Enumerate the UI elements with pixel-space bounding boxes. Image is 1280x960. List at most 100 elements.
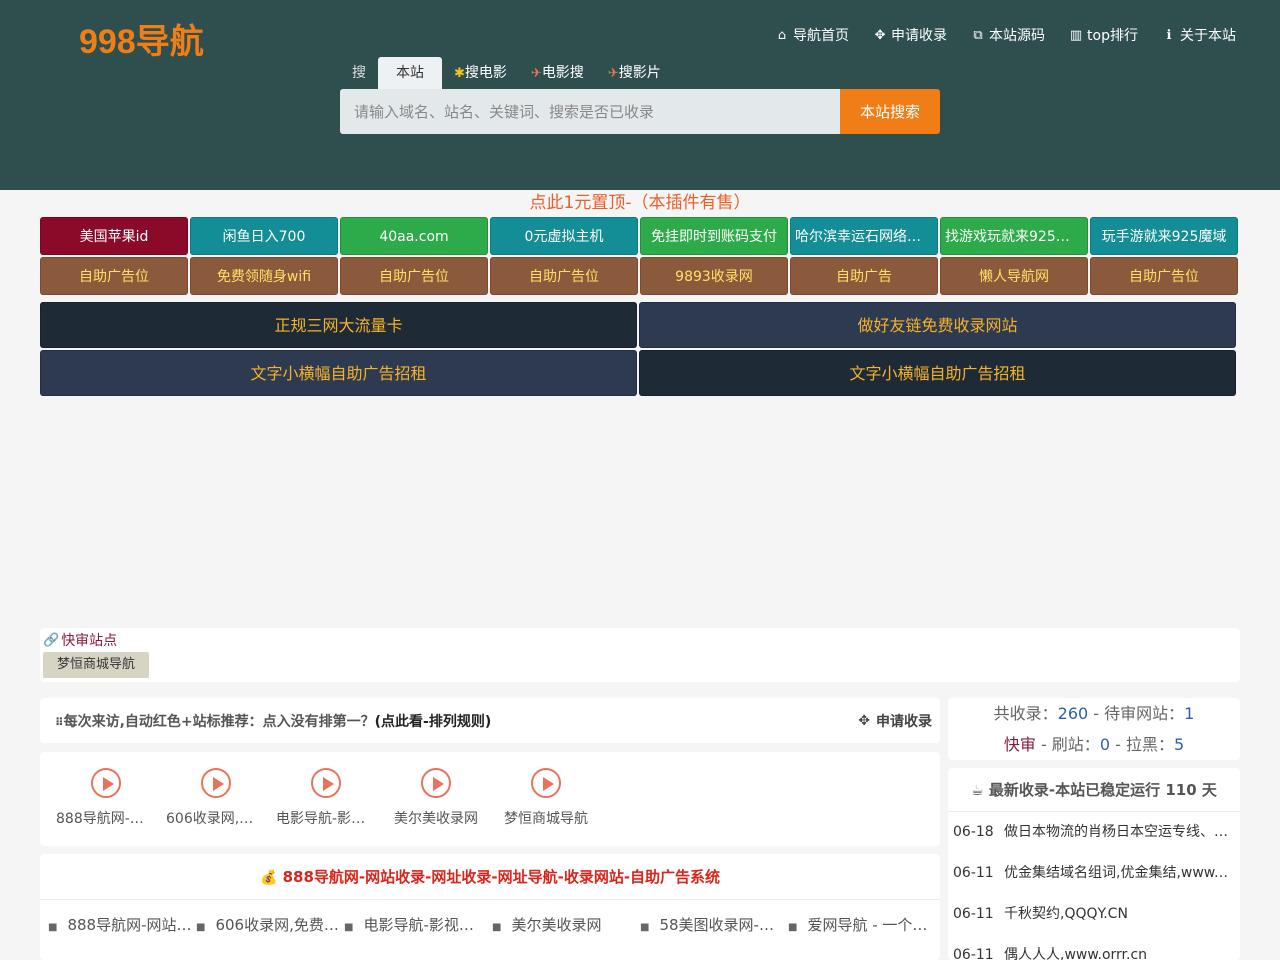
ad-slot[interactable]: 自助广告位	[40, 257, 188, 295]
site-panel-title[interactable]: 💰 888导航网-网站收录-网址收录-网址导航-收录网站-自助广告系统	[40, 854, 940, 900]
tab-search-movie[interactable]: ✱搜电影	[442, 57, 519, 89]
total-count: 260	[1057, 704, 1089, 723]
ad-link[interactable]: 免挂即时到账码支付	[640, 217, 788, 255]
ad-row-1: 美国苹果id 闲鱼日入700 40aa.com 0元虚拟主机 免挂即时到账码支付 哈尔滨幸…	[40, 217, 1240, 255]
tab-movie-search[interactable]: ✈电影搜	[519, 57, 596, 89]
tab-search-film[interactable]: ✈搜影片	[596, 57, 673, 89]
list-item[interactable]: ■ 美尔美收录网	[492, 914, 640, 935]
entry-name: 偶人人人,www.orrr.cn	[1004, 947, 1148, 960]
bullet-icon: ■	[196, 922, 206, 933]
rank-rule-link[interactable]: (点此看-排列规则)	[375, 714, 492, 730]
bullet-icon: ■	[492, 922, 502, 933]
pending-label: - 待审网站：	[1088, 704, 1185, 723]
bullet-icon: ■	[788, 922, 798, 933]
tab-site[interactable]: 本站	[378, 57, 442, 89]
fast-review-panel: 🔗 快审站点 梦恒商城导航	[40, 628, 1240, 682]
latest-entry[interactable]: 06-11 优金集结域名组词,优金集结,www.yjjj.cn	[948, 853, 1240, 894]
bullet-icon: ■	[344, 922, 354, 933]
latest-title: ☕ 最新收录-本站已稳定运行 110 天	[948, 768, 1240, 812]
recommend-item[interactable]: 606收录网,免费收录	[162, 752, 270, 846]
ad-link[interactable]: 找游戏玩就来925魔域	[940, 217, 1088, 255]
recommend-item[interactable]: 888导航网-网站收录	[52, 752, 160, 846]
nav-top[interactable]: ▥ top排行	[1069, 24, 1138, 46]
recommend-item[interactable]: 美尔美收录网	[382, 752, 490, 846]
list-item[interactable]: ■ 606收录网,免费收录	[196, 914, 344, 935]
search-tabs: 搜 本站 ✱搜电影 ✈电影搜 ✈搜影片	[340, 57, 673, 89]
list-item[interactable]: ■ 爱网导航 - 一个网址	[788, 914, 936, 935]
site-panel: 💰 888导航网-网站收录-网址收录-网址导航-收录网站-自助广告系统 ■ 888…	[40, 854, 940, 960]
coffee-icon: ☕	[971, 783, 984, 799]
bullet-icon: ■	[48, 922, 58, 933]
fast-review-tag[interactable]: 梦恒商城导航	[43, 652, 150, 678]
refresh-count: 0	[1099, 735, 1110, 754]
bar-chart-icon: ▥	[1069, 27, 1083, 43]
entry-name: 优金集结域名组词,优金集结,www.yjjj.cn	[1004, 865, 1240, 881]
recommend-item-label: 美尔美收录网	[394, 811, 478, 827]
nav-apply[interactable]: ✥ 申请收录	[873, 24, 947, 46]
recommend-item[interactable]: 梦恒商城导航	[492, 752, 600, 846]
nav-apply-label: 申请收录	[891, 28, 948, 44]
ad-slot[interactable]: 懒人导航网	[940, 257, 1088, 295]
total-label: 共收录：	[993, 704, 1058, 723]
latest-list: 06-18 做日本物流的肖杨日本空运专线、日本海运专线 06-11 优金集结域名组词,…	[948, 812, 1240, 960]
stats-row-2: 快审 - 刷站：0 - 拉黑：5	[948, 729, 1240, 760]
tab-movie-search-label: 电影搜	[541, 65, 584, 81]
entry-date: 06-11	[953, 906, 994, 922]
tab-search-movie-label: 搜电影	[464, 65, 507, 81]
ad-link[interactable]: 40aa.com	[340, 217, 488, 255]
latest-entry[interactable]: 06-11 千秋契约,QQQY.CN	[948, 894, 1240, 935]
ad-grid: 美国苹果id 闲鱼日入700 40aa.com 0元虚拟主机 免挂即时到账码支付 哈尔滨幸…	[40, 217, 1240, 297]
coins-icon: 💰	[259, 870, 278, 886]
entry-name: 千秋契约,QQQY.CN	[1004, 906, 1128, 922]
grid-icon: ⠿	[55, 716, 64, 729]
list-item[interactable]: ■ 58美图收录网-网站	[640, 914, 788, 935]
text-banner[interactable]: 文字小横幅自助广告招租	[639, 350, 1236, 396]
list-item[interactable]: ■ 888导航网-网站收录	[48, 914, 196, 935]
latest-entry[interactable]: 06-11 偶人人人,www.orrr.cn	[948, 935, 1240, 960]
recommend-item-label: 梦恒商城导航	[504, 811, 588, 827]
ad-link[interactable]: 0元虚拟主机	[490, 217, 638, 255]
nav-source[interactable]: ⧉ 本站源码	[971, 24, 1045, 46]
ad-slot[interactable]: 自助广告位	[490, 257, 638, 295]
site-search-button[interactable]: 本站搜索	[840, 89, 940, 134]
search-input[interactable]	[340, 89, 840, 134]
site-logo[interactable]: 998导航	[79, 14, 204, 63]
ad-slot[interactable]: 自助广告位	[1090, 257, 1238, 295]
window-icon: ⧉	[973, 27, 983, 43]
ad-link[interactable]: 闲鱼日入700	[190, 217, 338, 255]
stats-row-1: 共收录：260 - 待审网站：1	[948, 698, 1240, 729]
top-ad-title[interactable]: 点此1元置顶-（本插件有售）	[0, 190, 1280, 216]
nav-about-label: 关于本站	[1180, 28, 1236, 44]
pin-icon: ✈	[530, 66, 542, 81]
latest-entry[interactable]: 06-18 做日本物流的肖杨日本空运专线、日本海运专线	[948, 812, 1240, 853]
list-item[interactable]: ■ 电影导航-影视导航	[344, 914, 492, 935]
black-count: 5	[1173, 735, 1185, 754]
fast-review-title: 🔗 快审站点	[43, 630, 117, 650]
fast-review-link[interactable]: 快审	[1004, 735, 1036, 754]
text-banner[interactable]: 文字小横幅自助广告招租	[40, 350, 637, 396]
black-label: - 拉黑：	[1110, 735, 1174, 754]
ad-slot[interactable]: 自助广告	[790, 257, 938, 295]
play-icon	[531, 768, 561, 798]
nav-home[interactable]: ⌂ 导航首页	[775, 24, 849, 46]
ad-link[interactable]: 玩手游就来925魔域	[1090, 217, 1238, 255]
play-icon	[421, 768, 451, 798]
ad-slot[interactable]: 自助广告位	[340, 257, 488, 295]
pin-icon: ✈	[607, 66, 619, 81]
recommend-title: ⠿每次来访,自动红色+站标推荐：点入没有排第一？(点此看-排列规则)	[55, 711, 491, 731]
ad-slot[interactable]: 9893收录网	[640, 257, 788, 295]
entry-date: 06-18	[953, 824, 994, 840]
recommend-item-label: 电影导航-影视导航	[276, 811, 380, 827]
nav-about[interactable]: ℹ 关于本站	[1162, 24, 1236, 46]
ad-slot[interactable]: 免费领随身wifi	[190, 257, 338, 295]
nav-home-label: 导航首页	[793, 28, 850, 44]
recommend-apply-button[interactable]: ✥ 申请收录	[858, 711, 932, 731]
recommend-item[interactable]: 电影导航-影视导航	[272, 752, 380, 846]
recommend-list: 888导航网-网站收录 606收录网,免费收录电影导航-影视导航美尔美收录网 梦恒商…	[40, 752, 940, 846]
ad-link[interactable]: 哈尔滨幸运石网络科技	[790, 217, 938, 255]
search-tabs-label: 搜	[352, 65, 366, 81]
list-item-label: 爱网导航 - 一个网址	[807, 916, 936, 934]
text-banner[interactable]: 正规三网大流量卡	[40, 302, 637, 348]
ad-link[interactable]: 美国苹果id	[40, 217, 188, 255]
text-banner[interactable]: 做好友链免费收录网站	[639, 302, 1236, 348]
